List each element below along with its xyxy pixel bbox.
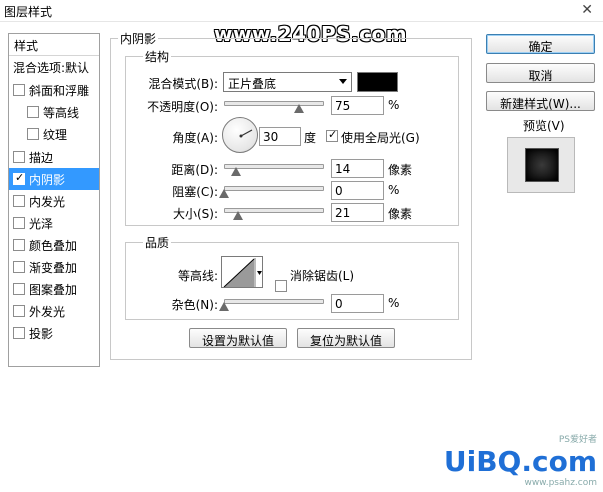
styles-header[interactable]: 样式 (9, 34, 99, 56)
stroke-label: 描边 (29, 150, 54, 165)
inner-shadow-group-title: 内阴影 (118, 30, 159, 47)
distance-label: 距离(D): (171, 163, 218, 177)
inner-glow-checkbox[interactable] (13, 195, 25, 207)
styles-list: 样式 混合选项:默认 斜面和浮雕 等高线 纹理 描边 内阴影 内发光 光泽 颜色… (8, 33, 100, 367)
drop-shadow-checkbox[interactable] (13, 327, 25, 339)
contour-sub-checkbox[interactable] (27, 106, 39, 118)
blend-mode-value: 正片叠底 (228, 77, 277, 91)
size-unit: 像素 (388, 207, 413, 221)
contour-sub-item[interactable]: 等高线 (9, 101, 99, 123)
contour-sub-label: 等高线 (43, 105, 80, 120)
size-input[interactable]: 21 (331, 203, 384, 222)
noise-unit: % (388, 296, 400, 310)
style-preview (507, 137, 575, 193)
inner-shadow-item[interactable]: 内阴影 (9, 168, 99, 190)
watermark-bottom: PS爱好者 UiBQ.com www.psahz.com (444, 432, 597, 488)
distance-unit: 像素 (388, 163, 413, 177)
noise-input[interactable]: 0 (331, 294, 384, 313)
choke-input[interactable]: 0 (331, 181, 384, 200)
drop-shadow-item[interactable]: 投影 (9, 322, 99, 344)
bevel-emboss-checkbox[interactable] (13, 84, 25, 96)
close-icon[interactable]: ✕ (581, 2, 593, 18)
contour-label: 等高线: (177, 269, 218, 283)
drop-shadow-label: 投影 (29, 326, 54, 341)
angle-dial-needle (239, 129, 253, 138)
choke-label: 阻塞(C): (172, 185, 218, 199)
angle-label: 角度(A): (172, 131, 218, 145)
noise-slider-track[interactable] (224, 299, 324, 304)
quality-title: 品质 (143, 234, 172, 251)
noise-label: 杂色(N): (171, 298, 218, 312)
distance-slider-thumb[interactable] (231, 167, 241, 176)
watermark-site: PS爱好者 (558, 435, 597, 445)
reset-default-button[interactable]: 复位为默认值 (297, 328, 395, 348)
shadow-color-swatch[interactable] (357, 72, 398, 92)
inner-shadow-label: 内阴影 (29, 172, 66, 187)
choke-slider-thumb[interactable] (219, 189, 229, 198)
inner-glow-item[interactable]: 内发光 (9, 190, 99, 212)
bevel-emboss-label: 斜面和浮雕 (29, 83, 90, 98)
watermark-brand: UiBQ.com (443, 445, 597, 478)
cancel-button[interactable]: 取消 (486, 63, 595, 83)
stroke-item[interactable]: 描边 (9, 146, 99, 168)
texture-sub-label: 纹理 (43, 127, 68, 142)
gradient-overlay-item[interactable]: 渐变叠加 (9, 256, 99, 278)
blend-options-label: 混合选项:默认 (13, 60, 90, 75)
antialias-label: 消除锯齿(L) (290, 269, 355, 283)
texture-sub-checkbox[interactable] (27, 128, 39, 140)
opacity-unit: % (388, 98, 400, 112)
blend-mode-label: 混合模式(B): (148, 77, 218, 91)
opacity-input[interactable]: 75 (331, 96, 384, 115)
satin-label: 光泽 (29, 216, 54, 231)
texture-sub-item[interactable]: 纹理 (9, 123, 99, 145)
opacity-slider-thumb[interactable] (294, 104, 304, 113)
distance-input[interactable]: 14 (331, 159, 384, 178)
satin-checkbox[interactable] (13, 217, 25, 229)
preview-label: 预览(V) (523, 119, 565, 133)
global-light-checkbox[interactable] (326, 128, 338, 142)
antialias-checkbox[interactable] (275, 280, 287, 292)
new-style-button[interactable]: 新建样式(W)... (486, 91, 595, 111)
structure-title: 结构 (143, 48, 172, 65)
inner-glow-label: 内发光 (29, 194, 66, 209)
size-label: 大小(S): (172, 207, 218, 221)
opacity-label: 不透明度(O): (147, 100, 218, 114)
choke-slider-track[interactable] (224, 186, 324, 191)
pattern-overlay-item[interactable]: 图案叠加 (9, 278, 99, 300)
watermark-url: www.psahz.com (524, 478, 597, 488)
global-light-label: 使用全局光(G) (341, 131, 420, 145)
noise-slider-thumb[interactable] (219, 302, 229, 311)
preview-thumbnail (525, 148, 559, 182)
gradient-overlay-checkbox[interactable] (13, 261, 25, 273)
pattern-overlay-label: 图案叠加 (29, 282, 78, 297)
title-bar: 图层样式 ✕ (0, 0, 603, 22)
outer-glow-label: 外发光 (29, 304, 66, 319)
color-overlay-item[interactable]: 颜色叠加 (9, 234, 99, 256)
choke-unit: % (388, 183, 400, 197)
chevron-down-icon (339, 79, 347, 84)
inner-shadow-checkbox[interactable] (13, 171, 25, 185)
outer-glow-checkbox[interactable] (13, 305, 25, 317)
blend-mode-select[interactable]: 正片叠底 (223, 72, 352, 92)
angle-unit: 度 (304, 131, 317, 145)
pattern-overlay-checkbox[interactable] (13, 283, 25, 295)
blend-options-item[interactable]: 混合选项:默认 (9, 56, 99, 78)
angle-dial[interactable] (222, 117, 258, 153)
window-title: 图层样式 (4, 5, 53, 19)
color-overlay-checkbox[interactable] (13, 239, 25, 251)
contour-picker[interactable] (221, 256, 263, 288)
ok-button[interactable]: 确定 (486, 34, 595, 54)
satin-item[interactable]: 光泽 (9, 212, 99, 234)
gradient-overlay-label: 渐变叠加 (29, 260, 78, 275)
color-overlay-label: 颜色叠加 (29, 238, 78, 253)
stroke-checkbox[interactable] (13, 151, 25, 163)
bevel-emboss-item[interactable]: 斜面和浮雕 (9, 79, 99, 101)
opacity-slider-track[interactable] (224, 101, 324, 106)
contour-preview-icon (223, 258, 262, 287)
size-slider-thumb[interactable] (233, 211, 243, 220)
set-default-button[interactable]: 设置为默认值 (189, 328, 287, 348)
angle-input[interactable]: 30 (259, 127, 301, 146)
outer-glow-item[interactable]: 外发光 (9, 300, 99, 322)
